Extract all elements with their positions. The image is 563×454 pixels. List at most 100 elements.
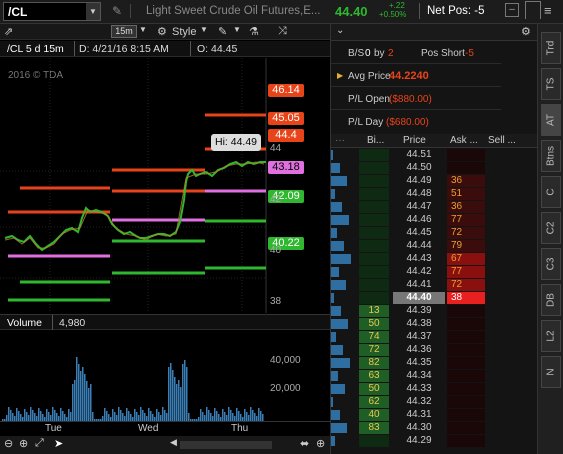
symbol-selector[interactable]: /CL ▼: [3, 2, 101, 21]
side-tab-at[interactable]: AT: [541, 104, 561, 136]
ladder-row[interactable]: 50 44.38: [331, 318, 538, 330]
side-tab-trd[interactable]: Trd: [541, 32, 561, 64]
ladder-row[interactable]: 44.44 79: [331, 240, 538, 252]
ladder-row[interactable]: 44.48 51: [331, 188, 538, 200]
chevron-down-icon[interactable]: ▼: [200, 25, 208, 34]
sell-cell[interactable]: [485, 188, 523, 200]
zoom-out-icon[interactable]: ⊖: [4, 437, 13, 450]
sell-cell[interactable]: [485, 227, 523, 239]
price-cell[interactable]: 44.29: [393, 435, 445, 447]
price-cell[interactable]: 44.30: [393, 422, 445, 434]
ladder-row[interactable]: 74 44.37: [331, 331, 538, 343]
sell-cell[interactable]: [485, 279, 523, 291]
ask-cell[interactable]: [447, 162, 485, 174]
ladder-row[interactable]: 40 44.31: [331, 409, 538, 421]
sell-cell[interactable]: [485, 175, 523, 187]
ladder-row[interactable]: 44.43 67: [331, 253, 538, 265]
sell-cell[interactable]: [485, 383, 523, 395]
price-cell[interactable]: 44.45: [393, 227, 445, 239]
sell-cell[interactable]: [485, 344, 523, 356]
price-cell[interactable]: 44.33: [393, 383, 445, 395]
sell-cell[interactable]: [485, 370, 523, 382]
buy-cell[interactable]: 40: [359, 409, 389, 421]
sell-cell[interactable]: [485, 253, 523, 265]
side-tab-c2[interactable]: C2: [541, 212, 561, 244]
sell-cell[interactable]: [485, 149, 523, 161]
share-icon[interactable]: ⇗: [4, 25, 13, 38]
buy-cell[interactable]: 62: [359, 396, 389, 408]
buy-cell[interactable]: 63: [359, 370, 389, 382]
sell-cell[interactable]: [485, 201, 523, 213]
fit-icon[interactable]: ⤢: [35, 437, 44, 450]
side-tab-c[interactable]: C: [541, 176, 561, 208]
ask-cell[interactable]: 72: [447, 279, 485, 291]
ask-cell[interactable]: [447, 422, 485, 434]
price-cell[interactable]: 44.47: [393, 201, 445, 213]
style-icon[interactable]: ⚙: [157, 25, 167, 38]
minimize-icon[interactable]: –: [505, 3, 519, 17]
cursor-icon[interactable]: ➤: [54, 437, 63, 450]
price-cell[interactable]: 44.34: [393, 370, 445, 382]
price-cell[interactable]: 44.51: [393, 149, 445, 161]
ladder-row[interactable]: 44.50: [331, 162, 538, 174]
price-cell[interactable]: 44.49: [393, 175, 445, 187]
pencil-icon[interactable]: ✎: [218, 25, 227, 38]
ladder-row[interactable]: 44.40 38: [331, 292, 538, 304]
chevron-down-icon[interactable]: ▼: [233, 25, 241, 34]
ask-cell[interactable]: [447, 370, 485, 382]
ask-cell[interactable]: 51: [447, 188, 485, 200]
chevron-down-icon[interactable]: ▼: [139, 25, 147, 34]
buy-cell[interactable]: [359, 227, 389, 239]
buy-cell[interactable]: 50: [359, 318, 389, 330]
price-cell[interactable]: 44.39: [393, 305, 445, 317]
ask-cell[interactable]: [447, 435, 485, 447]
buy-cell[interactable]: [359, 214, 389, 226]
ladder-row[interactable]: 63 44.34: [331, 370, 538, 382]
sell-cell[interactable]: [485, 331, 523, 343]
ask-cell[interactable]: 72: [447, 227, 485, 239]
ask-cell[interactable]: 77: [447, 214, 485, 226]
interval-button[interactable]: 15m: [111, 25, 137, 38]
price-cell[interactable]: 44.32: [393, 396, 445, 408]
sell-cell[interactable]: [485, 292, 523, 304]
menu-icon[interactable]: ≡: [544, 3, 552, 18]
ask-cell[interactable]: [447, 409, 485, 421]
sell-cell[interactable]: [485, 266, 523, 278]
buy-cell[interactable]: [359, 162, 389, 174]
sell-cell[interactable]: [485, 318, 523, 330]
ask-cell[interactable]: 67: [447, 253, 485, 265]
ladder-row[interactable]: 44.29: [331, 435, 538, 447]
buy-cell[interactable]: [359, 279, 389, 291]
sell-cell[interactable]: [485, 240, 523, 252]
price-cell[interactable]: 44.37: [393, 331, 445, 343]
ladder-row[interactable]: 44.41 72: [331, 279, 538, 291]
sell-cell[interactable]: [485, 357, 523, 369]
scroll-left-icon[interactable]: ◀: [170, 437, 177, 448]
style-button[interactable]: Style: [172, 26, 196, 38]
ask-cell[interactable]: 77: [447, 266, 485, 278]
price-cell[interactable]: 44.46: [393, 214, 445, 226]
price-cell[interactable]: 44.48: [393, 188, 445, 200]
ask-cell[interactable]: [447, 149, 485, 161]
sell-cell[interactable]: [485, 305, 523, 317]
ask-cell[interactable]: 36: [447, 201, 485, 213]
price-cell[interactable]: 44.41: [393, 279, 445, 291]
ask-cell[interactable]: [447, 383, 485, 395]
price-cell[interactable]: 44.40: [393, 292, 445, 304]
price-cell[interactable]: 44.43: [393, 253, 445, 265]
price-cell[interactable]: 44.44: [393, 240, 445, 252]
buy-cell[interactable]: 74: [359, 331, 389, 343]
side-tab-l2[interactable]: L2: [541, 320, 561, 352]
ask-cell[interactable]: [447, 344, 485, 356]
price-cell[interactable]: 44.38: [393, 318, 445, 330]
buy-cell[interactable]: 50: [359, 383, 389, 395]
price-cell[interactable]: 44.35: [393, 357, 445, 369]
ladder-row[interactable]: 62 44.32: [331, 396, 538, 408]
ask-cell[interactable]: 79: [447, 240, 485, 252]
buy-cell[interactable]: [359, 266, 389, 278]
ladder-row[interactable]: 44.47 36: [331, 201, 538, 213]
ladder-row[interactable]: 72 44.36: [331, 344, 538, 356]
buy-cell[interactable]: 13: [359, 305, 389, 317]
buy-cell[interactable]: 72: [359, 344, 389, 356]
buy-cell[interactable]: [359, 149, 389, 161]
